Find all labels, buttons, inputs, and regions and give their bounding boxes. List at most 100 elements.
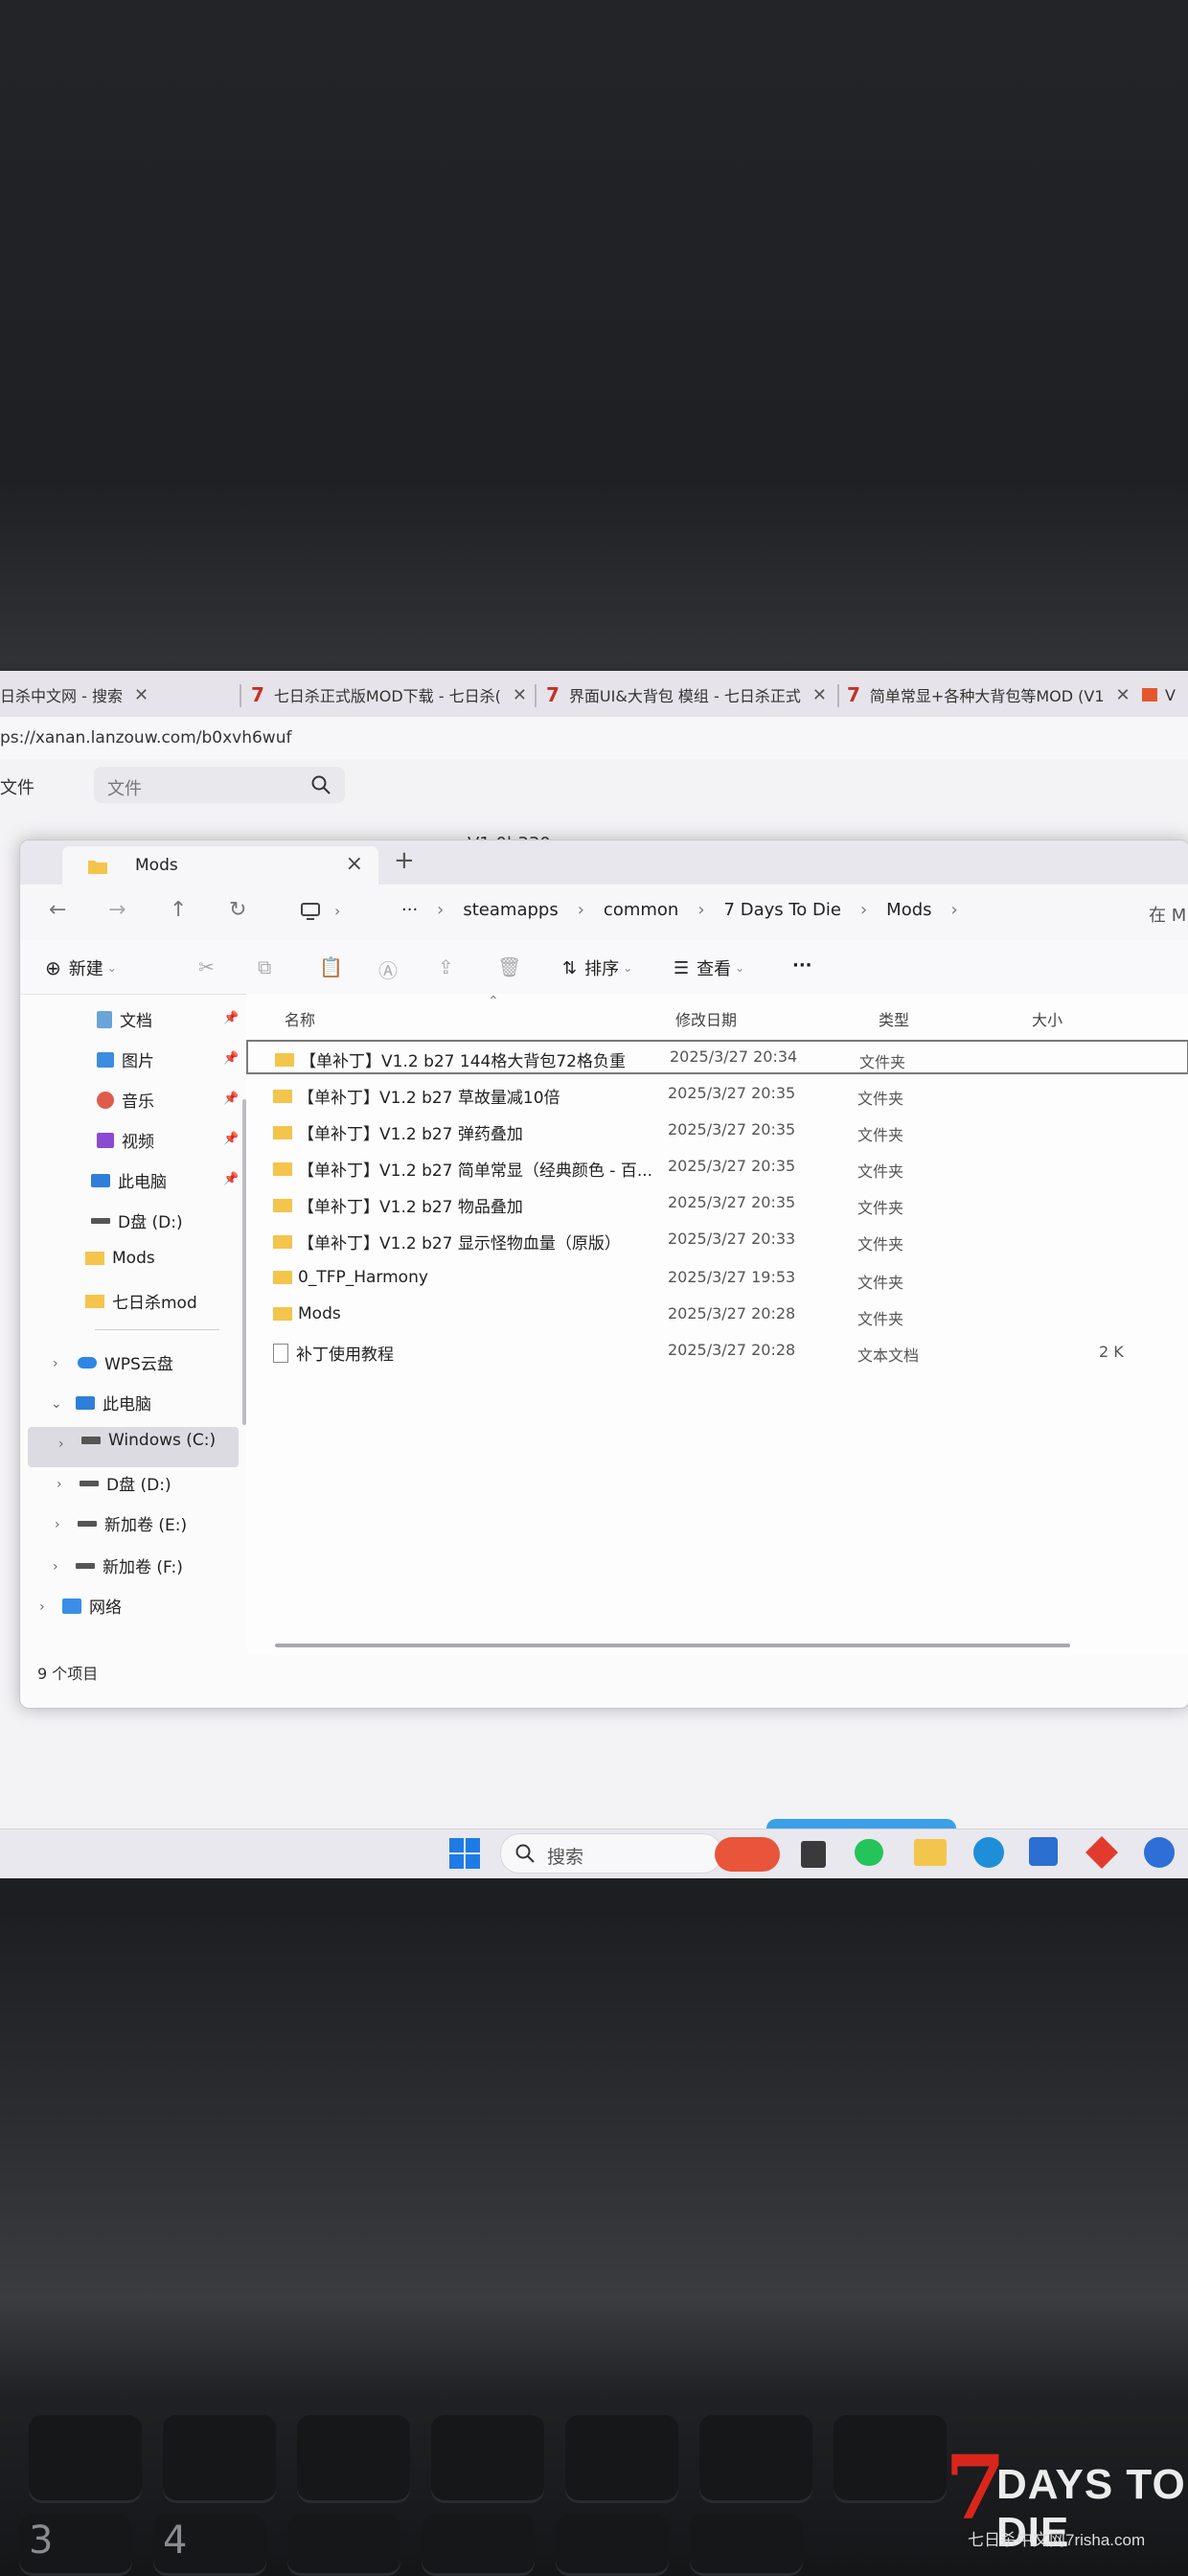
sidebar-item-label: 此电脑 (103, 1395, 151, 1414)
sidebar-item-network[interactable]: 网络 (62, 1594, 122, 1618)
list-item[interactable]: 【单补丁】V1.2 b27 简单常显（经典颜色 - 百... 2025/3/27… (246, 1151, 1188, 1185)
sidebar-item-this-pc-tree[interactable]: 此电脑 (76, 1391, 151, 1414)
web-search-input[interactable]: 文件 (94, 767, 345, 803)
chevron-right-icon[interactable]: › (53, 1356, 58, 1371)
close-icon[interactable]: ✕ (812, 685, 827, 705)
column-header-date[interactable]: 修改日期 (675, 1007, 737, 1030)
app-icon[interactable] (1085, 1836, 1118, 1869)
store-icon[interactable] (1029, 1837, 1058, 1866)
steam-icon[interactable] (1144, 1837, 1175, 1868)
breadcrumb-7dtd[interactable]: 7 Days To Die (724, 900, 841, 920)
browser-address-bar[interactable]: ps://xanan.lanzouw.com/b0xvh6wuf (0, 717, 1188, 760)
sidebar-item-7dtd-mod[interactable]: 七日杀mod (85, 1289, 197, 1313)
file-type: 文件夹 (859, 1053, 906, 1071)
list-item[interactable]: 0_TFP_Harmony 2025/3/27 19:53 文件夹 (246, 1262, 1188, 1297)
browser-tab-search[interactable]: 日杀中文网 - 搜索 ✕ (0, 677, 235, 713)
new-tab-button[interactable]: + (394, 846, 415, 875)
share-icon[interactable]: ⇪ (438, 955, 454, 978)
list-item[interactable]: 补丁使用教程 2025/3/27 20:28 文本文档 2 K (246, 1335, 1188, 1369)
forward-icon[interactable]: → (108, 898, 126, 922)
sidebar-item-label: 此电脑 (118, 1173, 167, 1192)
column-header-size[interactable]: 大小 (1032, 1007, 1062, 1030)
column-header-name[interactable]: 名称 (285, 1007, 315, 1030)
sidebar-item-label: 七日杀mod (112, 1294, 197, 1313)
breadcrumb-overflow[interactable]: ··· (401, 900, 418, 920)
windows-start-icon[interactable] (448, 1837, 481, 1870)
browser-tab-ui-backpack[interactable]: 7 界面UI&大背包 模组 - 七日杀正式 ✕ (546, 677, 834, 713)
up-icon[interactable]: ↑ (170, 898, 187, 922)
file-date: 2025/3/27 20:33 (668, 1230, 796, 1248)
new-button[interactable]: ⊕ 新建 ⌄ (45, 955, 117, 980)
task-view-icon[interactable] (801, 1841, 826, 1868)
sidebar-item-wps-cloud[interactable]: WPS云盘 (78, 1350, 173, 1374)
edge-icon[interactable] (973, 1837, 1004, 1868)
more-options-icon[interactable]: ··· (792, 955, 812, 976)
sidebar-item-d-drive-tree[interactable]: D盘 (D:) (80, 1471, 171, 1495)
tab-divider (837, 684, 839, 707)
videos-icon (97, 1132, 114, 1148)
sidebar-item-c-drive[interactable]: Windows (C:) (81, 1431, 216, 1450)
sort-button[interactable]: ⇅ 排序 ⌄ (562, 955, 632, 980)
list-item[interactable]: 【单补丁】V1.2 b27 物品叠加 2025/3/27 20:35 文件夹 (246, 1187, 1188, 1222)
pin-icon[interactable]: 📌 (223, 1011, 239, 1025)
close-icon[interactable]: ✕ (513, 685, 527, 705)
close-icon[interactable]: × (346, 852, 363, 876)
file-name: 【单补丁】V1.2 b27 弹药叠加 (273, 1120, 523, 1144)
file-date: 2025/3/27 20:28 (668, 1341, 796, 1359)
widget-icon[interactable] (715, 1837, 780, 1872)
list-item[interactable]: 【单补丁】V1.2 b27 显示怪物血量（原版） 2025/3/27 20:33… (246, 1224, 1188, 1258)
chevron-down-icon[interactable]: ⌄ (51, 1396, 62, 1412)
browser-tab-simple-display[interactable]: 7 简单常显+各种大背包等MOD (V1 ✕ (847, 677, 1132, 713)
breadcrumb-steamapps[interactable]: steamapps (463, 900, 558, 920)
close-icon[interactable]: ✕ (1116, 685, 1131, 705)
rename-icon[interactable]: Ⓐ (378, 955, 398, 983)
list-item[interactable]: 【单补丁】V1.2 b27 144格大背包72格负重 2025/3/27 20:… (246, 1040, 1188, 1074)
back-icon[interactable]: ← (49, 898, 66, 922)
pin-icon[interactable]: 📌 (223, 1172, 239, 1186)
chevron-right-icon[interactable]: › (58, 1437, 64, 1452)
file-explorer-icon[interactable] (914, 1839, 947, 1866)
refresh-icon[interactable]: ↻ (229, 898, 246, 922)
view-button[interactable]: ☰ 查看 ⌄ (674, 955, 744, 980)
search-icon[interactable] (310, 774, 331, 795)
list-item[interactable]: 【单补丁】V1.2 b27 草故量减10倍 2025/3/27 20:35 文件… (246, 1078, 1188, 1113)
pin-icon[interactable]: 📌 (223, 1132, 239, 1146)
column-header-type[interactable]: 类型 (879, 1007, 909, 1030)
chevron-right-icon[interactable]: › (55, 1517, 60, 1532)
sidebar-item-e-drive[interactable]: 新加卷 (E:) (78, 1511, 187, 1535)
list-item[interactable]: Mods 2025/3/27 20:28 文件夹 (246, 1299, 1188, 1333)
sidebar-item-videos[interactable]: 视频 (97, 1128, 154, 1152)
pin-icon[interactable]: 📌 (223, 1051, 239, 1066)
pin-icon[interactable]: 📌 (223, 1092, 239, 1106)
sidebar-item-pictures[interactable]: 图片 (97, 1047, 154, 1071)
sidebar-item-music[interactable]: 音乐 (97, 1088, 154, 1112)
sidebar-item-f-drive[interactable]: 新加卷 (F:) (76, 1553, 183, 1577)
file-name: 【单补丁】V1.2 b27 草故量减10倍 (273, 1084, 560, 1108)
close-icon[interactable]: ✕ (134, 685, 148, 705)
sidebar-item-documents[interactable]: 文档 (97, 1007, 152, 1031)
delete-icon[interactable]: 🗑 (497, 955, 521, 978)
copy-icon[interactable]: ⧉ (258, 955, 271, 978)
monitor-icon[interactable] (300, 902, 321, 921)
browser-tab-partial[interactable]: V (1142, 677, 1188, 713)
cut-icon[interactable]: ✂ (198, 955, 215, 978)
browser-tab-mod-download[interactable]: 7 七日杀正式版MOD下载 - 七日杀( ✕ (251, 677, 529, 713)
explorer-tab-mods[interactable]: Mods × (62, 846, 378, 885)
sidebar-item-mods[interactable]: Mods (85, 1249, 155, 1268)
taskbar-search[interactable]: 搜索 (500, 1833, 722, 1874)
breadcrumb-common[interactable]: common (604, 900, 678, 920)
breadcrumb-mods[interactable]: Mods (886, 900, 931, 920)
horizontal-scrollbar[interactable] (275, 1644, 1070, 1647)
chevron-right-icon[interactable]: › (57, 1477, 62, 1492)
computer-icon (91, 1173, 110, 1187)
list-item[interactable]: 【单补丁】V1.2 b27 弹药叠加 2025/3/27 20:35 文件夹 (246, 1115, 1188, 1149)
sidebar-item-d-drive[interactable]: D盘 (D:) (91, 1208, 183, 1232)
sidebar-item-this-pc[interactable]: 此电脑 (91, 1168, 167, 1192)
wechat-icon[interactable] (855, 1839, 883, 1866)
search-box-partial[interactable]: 在 M (1149, 902, 1186, 927)
new-label: 新建 (68, 959, 103, 979)
key-legend: 4 (163, 2518, 188, 2563)
chevron-right-icon[interactable]: › (53, 1559, 58, 1575)
chevron-right-icon[interactable]: › (39, 1599, 45, 1615)
paste-icon[interactable]: 📋 (319, 955, 343, 978)
